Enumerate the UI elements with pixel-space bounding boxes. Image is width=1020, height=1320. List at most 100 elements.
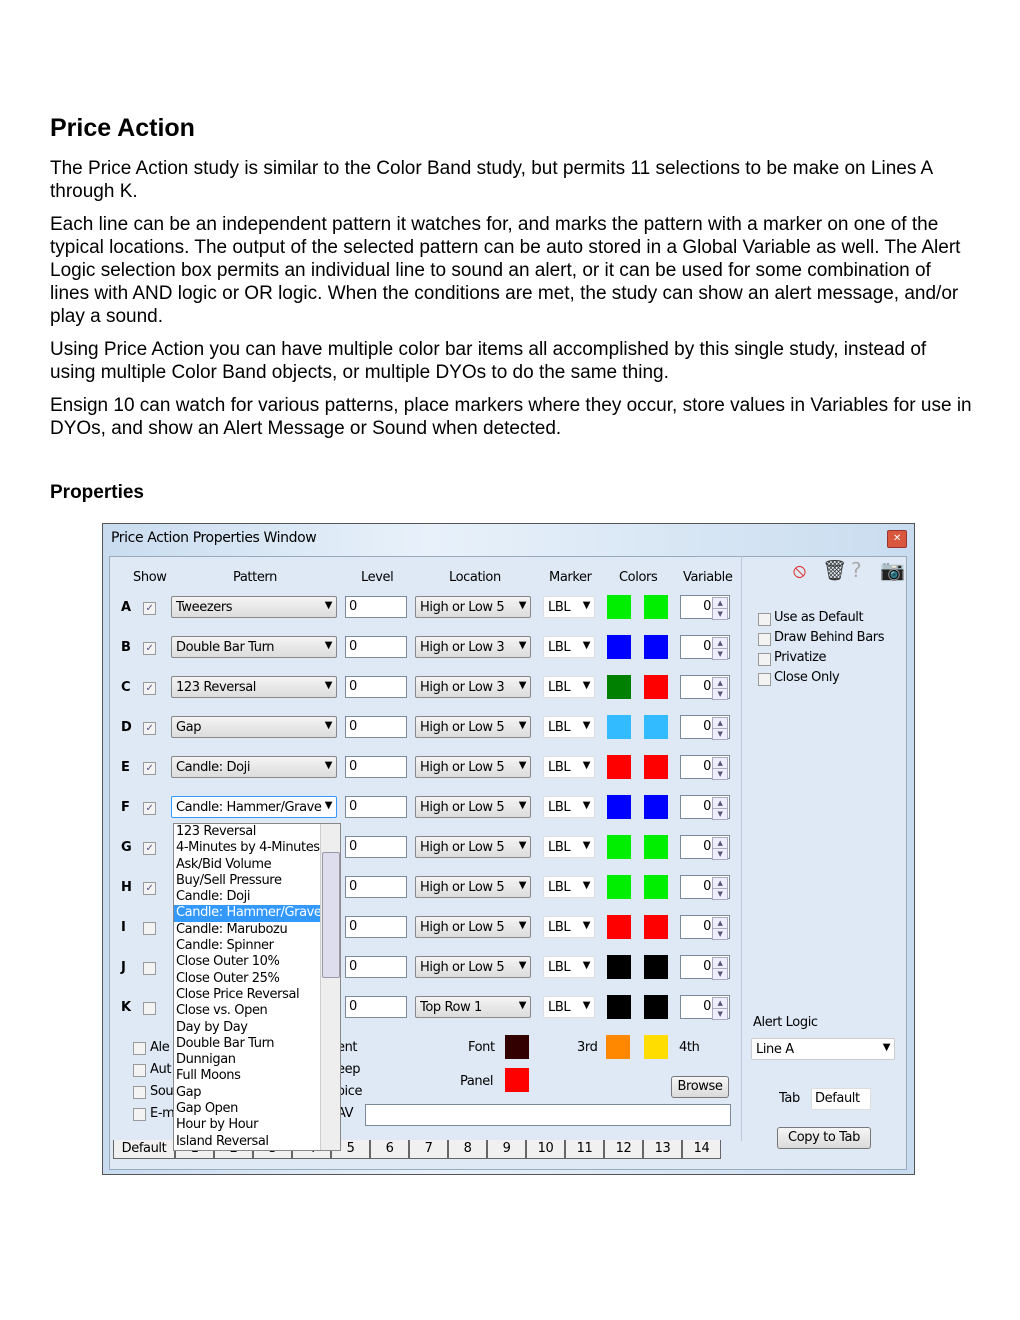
list-item[interactable]: Double Bar Turn — [174, 1036, 340, 1052]
color-swatch-2[interactable] — [644, 595, 668, 619]
checkbox[interactable] — [133, 1108, 146, 1121]
tab-10[interactable]: 10 — [526, 1140, 565, 1159]
variable-spinner[interactable]: 0 ▲ ▼ — [680, 715, 730, 740]
color-swatch-1[interactable] — [607, 995, 631, 1019]
location-dropdown[interactable]: High or Low 3 ▼ — [415, 636, 531, 658]
camera-icon[interactable]: 📷 — [880, 558, 905, 582]
spinner-down-icon[interactable]: ▼ — [712, 688, 728, 700]
marker-dropdown[interactable]: LBL ▼ — [543, 636, 595, 658]
color-swatch-1[interactable] — [607, 955, 631, 979]
location-dropdown[interactable]: High or Low 5 ▼ — [415, 756, 531, 778]
show-checkbox[interactable] — [143, 962, 156, 975]
list-item[interactable]: Gap Open — [174, 1101, 340, 1117]
color-swatch-2[interactable] — [644, 915, 668, 939]
location-dropdown[interactable]: High or Low 5 ▼ — [415, 836, 531, 858]
show-checkbox[interactable]: ✓ — [143, 842, 156, 855]
variable-spinner[interactable]: 0 ▲ ▼ — [680, 995, 730, 1020]
marker-dropdown[interactable]: LBL ▼ — [543, 756, 595, 778]
variable-spinner[interactable]: 0 ▲ ▼ — [680, 595, 730, 620]
variable-spinner[interactable]: 0 ▲ ▼ — [680, 875, 730, 900]
tab-name-input[interactable]: Default — [811, 1088, 871, 1110]
variable-spinner[interactable]: 0 ▲ ▼ — [680, 835, 730, 860]
location-dropdown[interactable]: High or Low 5 ▼ — [415, 716, 531, 738]
color-swatch-1[interactable] — [607, 795, 631, 819]
pattern-dropdown-list[interactable]: 123 Reversal 4-Minutes by 4-Minutes Ask/Bi… — [173, 823, 341, 1151]
marker-dropdown[interactable]: LBL ▼ — [543, 796, 595, 818]
color-swatch-2[interactable] — [644, 835, 668, 859]
level-input[interactable]: 0 — [345, 956, 407, 978]
list-item[interactable]: Day by Day — [174, 1020, 340, 1036]
level-input[interactable]: 0 — [345, 716, 407, 738]
alert-logic-dropdown[interactable]: Line A ▼ — [751, 1038, 895, 1060]
location-dropdown[interactable]: High or Low 5 ▼ — [415, 956, 531, 978]
tab-9[interactable]: 9 — [487, 1140, 526, 1159]
color-swatch-1[interactable] — [607, 715, 631, 739]
color-swatch-2[interactable] — [644, 955, 668, 979]
tab-default[interactable]: Default — [113, 1140, 175, 1159]
av-input[interactable] — [365, 1104, 731, 1126]
spinner-down-icon[interactable]: ▼ — [712, 968, 728, 980]
marker-dropdown[interactable]: LBL ▼ — [543, 836, 595, 858]
color-swatch-1[interactable] — [607, 635, 631, 659]
list-item[interactable]: Close Price Reversal — [174, 987, 340, 1003]
pattern-dropdown[interactable]: Candle: Doji ▼ — [171, 756, 337, 778]
color-swatch-1[interactable] — [607, 675, 631, 699]
help-icon[interactable]: ? — [851, 558, 862, 582]
browse-button[interactable]: Browse — [671, 1076, 729, 1098]
spinner-down-icon[interactable]: ▼ — [712, 808, 728, 820]
copy-to-tab-button[interactable]: Copy to Tab — [777, 1127, 871, 1149]
list-item[interactable]: Buy/Sell Pressure — [174, 873, 340, 889]
checkbox[interactable] — [133, 1086, 146, 1099]
show-checkbox[interactable]: ✓ — [143, 882, 156, 895]
level-input[interactable]: 0 — [345, 596, 407, 618]
location-dropdown[interactable]: High or Low 5 ▼ — [415, 596, 531, 618]
color-swatch-2[interactable] — [644, 755, 668, 779]
variable-spinner[interactable]: 0 ▲ ▼ — [680, 955, 730, 980]
location-dropdown[interactable]: High or Low 3 ▼ — [415, 676, 531, 698]
fourth-color-swatch[interactable] — [644, 1035, 668, 1059]
color-swatch-2[interactable] — [644, 675, 668, 699]
level-input[interactable]: 0 — [345, 676, 407, 698]
tab-13[interactable]: 13 — [643, 1140, 682, 1159]
marker-dropdown[interactable]: LBL ▼ — [543, 716, 595, 738]
level-input[interactable]: 0 — [345, 836, 407, 858]
show-checkbox[interactable] — [143, 922, 156, 935]
list-item[interactable]: Candle: Doji — [174, 889, 340, 905]
panel-color-swatch[interactable] — [505, 1068, 529, 1092]
level-input[interactable]: 0 — [345, 796, 407, 818]
variable-spinner[interactable]: 0 ▲ ▼ — [680, 755, 730, 780]
option-checkbox[interactable] — [758, 673, 771, 686]
color-swatch-1[interactable] — [607, 915, 631, 939]
show-checkbox[interactable]: ✓ — [143, 682, 156, 695]
marker-dropdown[interactable]: LBL ▼ — [543, 676, 595, 698]
location-dropdown[interactable]: High or Low 5 ▼ — [415, 916, 531, 938]
pattern-dropdown[interactable]: Gap ▼ — [171, 716, 337, 738]
location-dropdown[interactable]: High or Low 5 ▼ — [415, 876, 531, 898]
option-checkbox[interactable] — [758, 633, 771, 646]
checkbox[interactable] — [133, 1064, 146, 1077]
font-color-swatch[interactable] — [505, 1035, 529, 1059]
list-item[interactable]: Candle: Marubozu — [174, 922, 340, 938]
pattern-dropdown[interactable]: Candle: Hammer/Grave ▼ — [171, 796, 337, 818]
tab-7[interactable]: 7 — [409, 1140, 448, 1159]
color-swatch-1[interactable] — [607, 835, 631, 859]
show-checkbox[interactable]: ✓ — [143, 602, 156, 615]
color-swatch-2[interactable] — [644, 635, 668, 659]
option-checkbox[interactable] — [758, 613, 771, 626]
no-entry-icon[interactable]: ⦸ — [793, 558, 806, 582]
option-checkbox[interactable] — [758, 653, 771, 666]
list-item[interactable]: Ask/Bid Volume — [174, 857, 340, 873]
spinner-down-icon[interactable]: ▼ — [712, 648, 728, 660]
color-swatch-2[interactable] — [644, 715, 668, 739]
spinner-down-icon[interactable]: ▼ — [712, 1008, 728, 1020]
show-checkbox[interactable]: ✓ — [143, 722, 156, 735]
variable-spinner[interactable]: 0 ▲ ▼ — [680, 675, 730, 700]
tab-6[interactable]: 6 — [370, 1140, 409, 1159]
list-item[interactable]: Close Outer 10% — [174, 954, 340, 970]
location-dropdown[interactable]: High or Low 5 ▼ — [415, 796, 531, 818]
list-item[interactable]: Island Reversal — [174, 1134, 340, 1150]
third-color-swatch[interactable] — [606, 1035, 630, 1059]
close-icon[interactable]: ✕ — [887, 530, 907, 548]
show-checkbox[interactable]: ✓ — [143, 762, 156, 775]
tab-8[interactable]: 8 — [448, 1140, 487, 1159]
